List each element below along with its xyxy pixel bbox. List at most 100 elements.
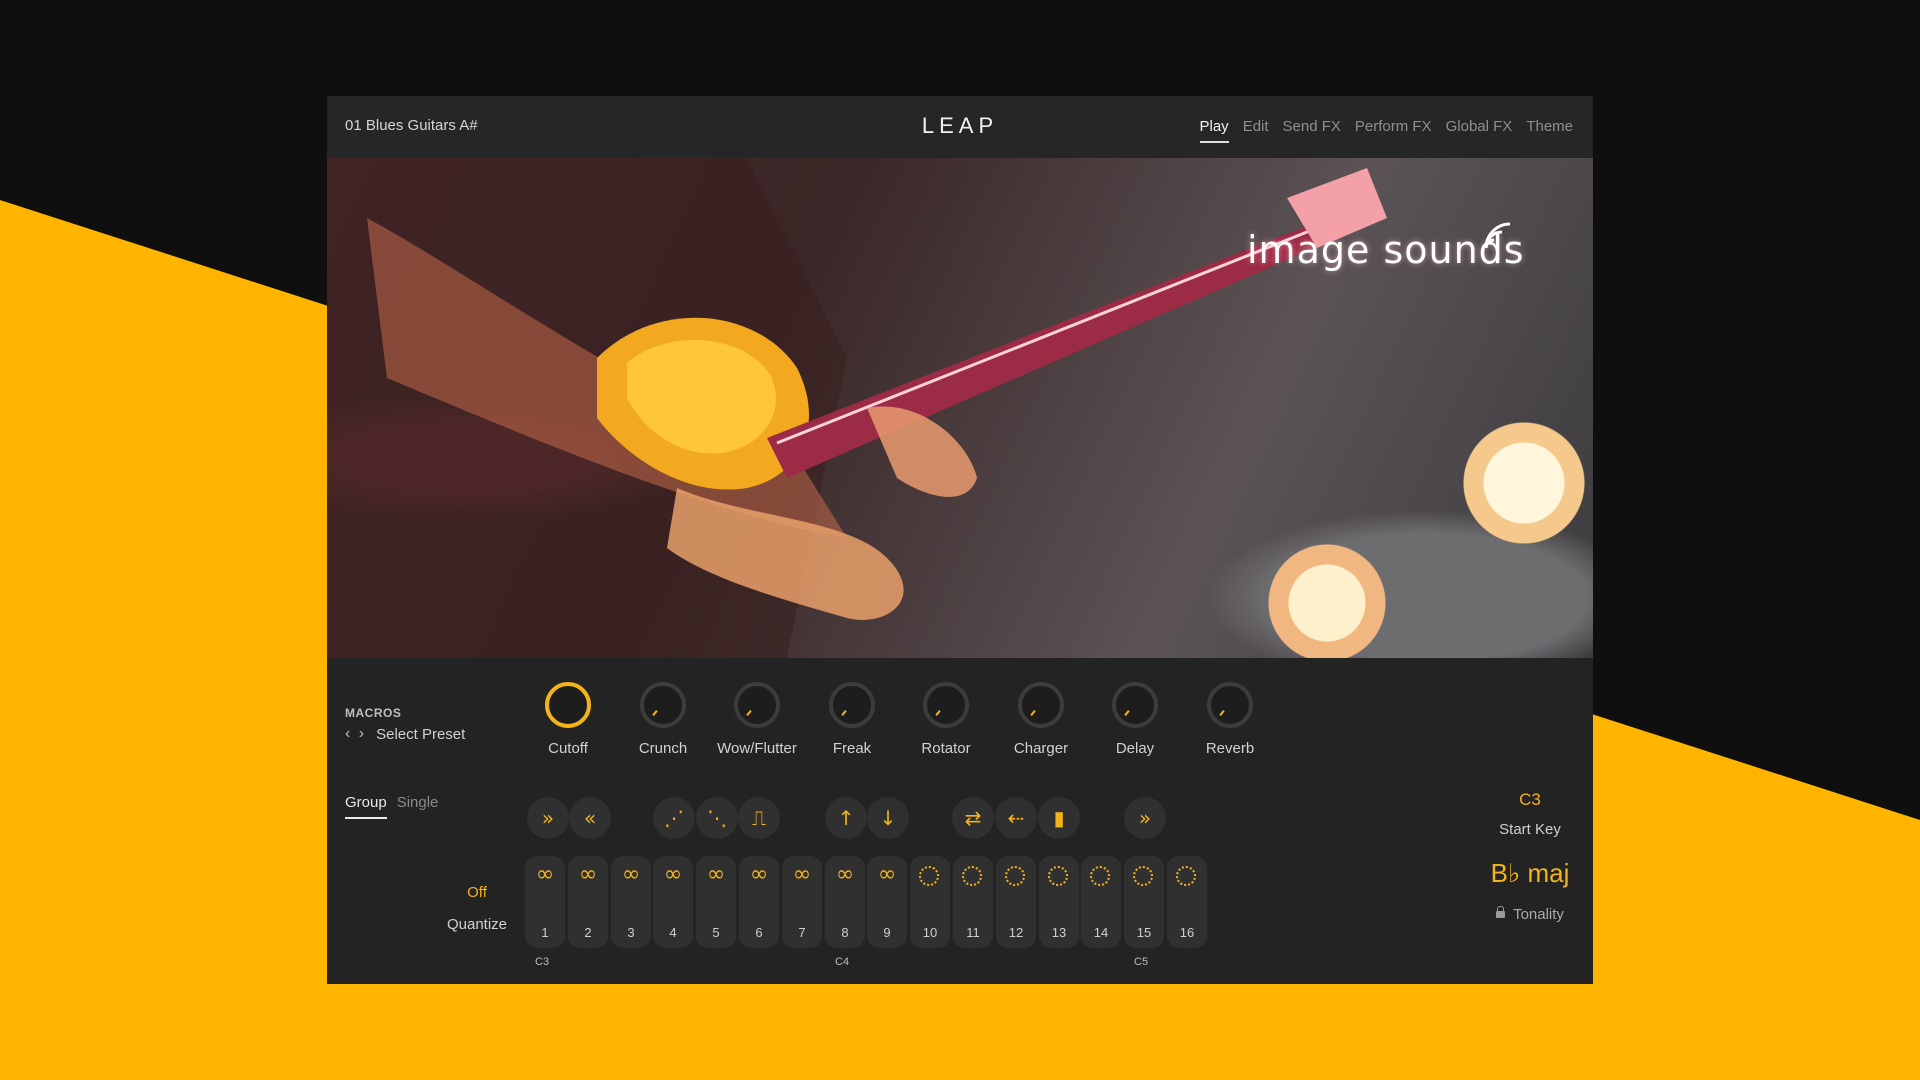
pad-number: 7 <box>798 925 806 940</box>
arrow-down-icon[interactable]: ↓ <box>867 797 909 839</box>
knob-dial[interactable] <box>734 682 780 728</box>
start-key-label: Start Key <box>1499 821 1561 838</box>
knob-charger[interactable]: Charger <box>1001 682 1081 757</box>
knob-dial[interactable] <box>545 682 591 728</box>
tonality-value[interactable]: B♭ maj <box>1467 858 1593 889</box>
pad-1[interactable]: ∞ 1 <box>525 856 565 948</box>
quantize-value[interactable]: Off <box>447 884 507 901</box>
knob-delay[interactable]: Delay <box>1095 682 1175 757</box>
pad-number: 16 <box>1179 925 1195 940</box>
top-bar: 01 Blues Guitars A# LEAP Play Edit Send … <box>327 96 1593 158</box>
pad-number: 2 <box>584 925 592 940</box>
knob-label: Freak <box>832 740 872 757</box>
loop-icon: ∞ <box>792 862 812 887</box>
rewind-icon[interactable]: « <box>569 797 611 839</box>
pad-number: 12 <box>1008 925 1024 940</box>
empty-slot-icon <box>1090 866 1110 886</box>
loop-icon: ∞ <box>663 862 683 887</box>
pad-7[interactable]: ∞ 7 <box>782 856 822 948</box>
knob-dial[interactable] <box>640 682 686 728</box>
tab-single[interactable]: Single <box>397 794 439 819</box>
knob-label: Rotator <box>921 740 971 757</box>
swap-icon[interactable]: ⇄ <box>952 797 994 839</box>
preset-artwork: image sounds <box>327 158 1593 658</box>
knob-label: Reverb <box>1205 740 1255 757</box>
knob-dial[interactable] <box>923 682 969 728</box>
macro-preset-selector[interactable]: ‹ › Select Preset <box>345 725 465 743</box>
pad-2[interactable]: ∞ 2 <box>568 856 608 948</box>
macros-title: MACROS <box>345 706 402 720</box>
pad-8[interactable]: ∞ 8 <box>825 856 865 948</box>
pad-number: 4 <box>669 925 677 940</box>
start-key-value[interactable]: C3 <box>1475 790 1585 810</box>
note-label-c3: C3 <box>535 956 550 968</box>
pad-9[interactable]: ∞ 9 <box>867 856 907 948</box>
tab-perform-fx[interactable]: Perform FX <box>1355 118 1432 143</box>
empty-slot-icon <box>1133 866 1153 886</box>
arrow-up-icon[interactable]: ↑ <box>825 797 867 839</box>
loop-icon: ∞ <box>578 862 598 887</box>
pad-11[interactable]: 11 <box>953 856 993 948</box>
waveform-icon[interactable]: ⎍ <box>738 797 780 839</box>
pad-10[interactable]: 10 <box>910 856 950 948</box>
tab-edit[interactable]: Edit <box>1243 118 1269 143</box>
skip-icon[interactable]: » <box>1124 797 1166 839</box>
loop-icon: ∞ <box>621 862 641 887</box>
knob-reverb[interactable]: Reverb <box>1190 682 1270 757</box>
pad-number: 1 <box>541 925 549 940</box>
main-nav: Play Edit Send FX Perform FX Global FX T… <box>1199 118 1573 143</box>
empty-slot-icon <box>1005 866 1025 886</box>
empty-slot-icon <box>919 866 939 886</box>
empty-slot-icon <box>1176 866 1196 886</box>
pad-number: 14 <box>1093 925 1109 940</box>
note-label-c4: C4 <box>835 956 850 968</box>
knob-dial[interactable] <box>1018 682 1064 728</box>
lock-icon[interactable] <box>1496 906 1506 918</box>
knob-label: Delay <box>1115 740 1155 757</box>
pad-5[interactable]: ∞ 5 <box>696 856 736 948</box>
pad-12[interactable]: 12 <box>996 856 1036 948</box>
knob-dial[interactable] <box>1112 682 1158 728</box>
pad-3[interactable]: ∞ 3 <box>611 856 651 948</box>
note-label-c5: C5 <box>1134 956 1149 968</box>
signal-waves-icon <box>1484 222 1511 249</box>
tab-send-fx[interactable]: Send FX <box>1283 118 1341 143</box>
empty-slot-icon <box>962 866 982 886</box>
knob-dial[interactable] <box>829 682 875 728</box>
prev-next-arrows-icon[interactable]: ‹ › <box>345 725 366 743</box>
pad-number: 10 <box>922 925 938 940</box>
pad-14[interactable]: 14 <box>1081 856 1121 948</box>
pad-6[interactable]: ∞ 6 <box>739 856 779 948</box>
leap-plugin-window: 01 Blues Guitars A# LEAP Play Edit Send … <box>327 96 1593 984</box>
knob-wow-flutter[interactable]: Wow/Flutter <box>717 682 797 757</box>
tab-play[interactable]: Play <box>1199 118 1229 143</box>
knob-crunch[interactable]: Crunch <box>623 682 703 757</box>
knob-label: Wow/Flutter <box>717 740 797 757</box>
pad-16[interactable]: 16 <box>1167 856 1207 948</box>
tab-theme[interactable]: Theme <box>1526 118 1573 143</box>
knob-label: Charger <box>1013 740 1069 757</box>
bars-icon[interactable]: ▮ <box>1038 797 1080 839</box>
quantize-label: Quantize <box>446 916 508 933</box>
stutter-icon[interactable]: ⋰ <box>653 797 695 839</box>
knob-label: Cutoff <box>548 740 588 757</box>
pad-number: 8 <box>841 925 849 940</box>
pad-number: 5 <box>712 925 720 940</box>
tab-group[interactable]: Group <box>345 794 387 819</box>
knob-dial[interactable] <box>1207 682 1253 728</box>
scatter-icon[interactable]: ⇠ <box>995 797 1037 839</box>
loop-icon: ∞ <box>535 862 555 887</box>
pad-15[interactable]: 15 <box>1124 856 1164 948</box>
pad-13[interactable]: 13 <box>1039 856 1079 948</box>
knob-rotator[interactable]: Rotator <box>906 682 986 757</box>
stutter-alt-icon[interactable]: ⋱ <box>696 797 738 839</box>
knob-freak[interactable]: Freak <box>812 682 892 757</box>
loop-icon: ∞ <box>877 862 897 887</box>
pad-number: 13 <box>1051 925 1067 940</box>
tonality-label-row: Tonality <box>1467 906 1593 923</box>
pad-4[interactable]: ∞ 4 <box>653 856 693 948</box>
fast-forward-icon[interactable]: » <box>527 797 569 839</box>
knob-cutoff[interactable]: Cutoff <box>528 682 608 757</box>
tab-global-fx[interactable]: Global FX <box>1446 118 1513 143</box>
tonality-label: Tonality <box>1513 906 1564 923</box>
